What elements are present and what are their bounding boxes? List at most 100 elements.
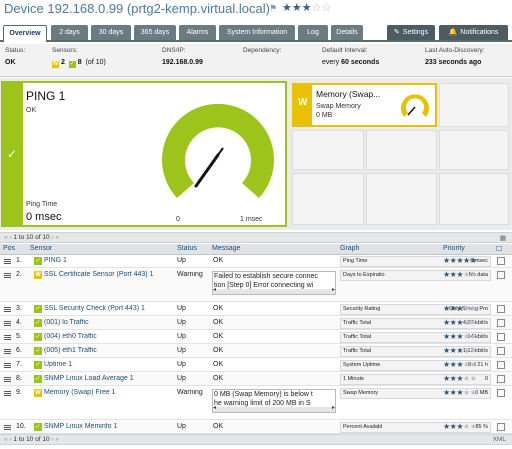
- tab-overview[interactable]: Overview: [3, 25, 47, 42]
- priority-stars[interactable]: ★★★★★: [443, 346, 477, 355]
- row-checkbox[interactable]: [497, 375, 505, 383]
- tab-alarms[interactable]: Alarms: [179, 25, 216, 40]
- pager-prev[interactable]: ‹: [9, 436, 11, 443]
- row-checkbox[interactable]: [497, 423, 505, 431]
- pager-first[interactable]: «: [4, 436, 8, 443]
- pager-prev[interactable]: ‹: [9, 234, 11, 241]
- sensor-status: Warning: [177, 271, 203, 278]
- message-scrollbar[interactable]: [213, 404, 335, 412]
- table-row[interactable]: 1. ✓ PING 1 Up OK Ping Time 0 msec ★★★★★: [0, 255, 512, 268]
- tab-365-days[interactable]: 365 days: [134, 25, 176, 40]
- notifications-button[interactable]: 🔔 Notifications: [439, 25, 508, 40]
- table-row[interactable]: 2. W SSL Certificate Sensor (Port 443) 1 Wa…: [0, 269, 512, 302]
- row-checkbox[interactable]: [497, 361, 505, 369]
- sensor-name-link[interactable]: PING 1: [44, 257, 176, 264]
- device-label: Device: [4, 1, 44, 16]
- col-status[interactable]: Status: [177, 245, 197, 252]
- sensor-name-link[interactable]: SNMP Linux Load Average 1: [44, 375, 176, 382]
- graph-channel-label: Days to Expiratio: [343, 272, 385, 278]
- memory-gauge-needle: [407, 106, 416, 116]
- flag-icon[interactable]: ⚑: [269, 3, 277, 14]
- row-position: 8.: [16, 375, 22, 382]
- grid-options-icon[interactable]: ▦: [500, 234, 506, 242]
- tab-365-days-label: 365 days: [140, 29, 170, 36]
- priority-stars[interactable]: ★★★★★: [443, 374, 477, 383]
- col-pos[interactable]: Pos: [3, 245, 15, 252]
- table-row[interactable]: 9. W Memory (Swap) Free 1 Warning 0 MB (Swap…: [0, 387, 512, 420]
- drag-handle-icon[interactable]: [4, 273, 11, 278]
- row-checkbox[interactable]: [497, 347, 505, 355]
- status-label: Status:: [5, 47, 26, 54]
- drag-handle-icon[interactable]: [4, 259, 11, 264]
- tab-log[interactable]: Log: [298, 25, 328, 40]
- ok-status-icon: ✓: [34, 257, 42, 265]
- pager-last[interactable]: »: [55, 234, 59, 241]
- row-checkbox[interactable]: [497, 319, 505, 327]
- row-checkbox[interactable]: [497, 257, 505, 265]
- sensor-name-link[interactable]: Memory (Swap) Free 1: [44, 389, 176, 396]
- drag-handle-icon[interactable]: [4, 349, 11, 354]
- row-checkbox[interactable]: [497, 333, 505, 341]
- memory-gauge-card[interactable]: W Memory (Swap... Swap Memory 0 MB: [292, 83, 437, 127]
- ping-gauge-card[interactable]: ✓ PING 1 OK 0 1 msec Ping Time 0 msec: [1, 81, 287, 227]
- select-all-checkbox[interactable]: ☐: [496, 245, 502, 253]
- tab-30-days[interactable]: 30 days: [91, 25, 131, 40]
- device-priority-stars[interactable]: ★★★☆☆: [282, 1, 331, 14]
- drag-handle-icon[interactable]: [4, 363, 11, 368]
- col-sensor[interactable]: Sensor: [30, 245, 52, 252]
- priority-stars[interactable]: ★★★★★: [443, 304, 477, 313]
- priority-stars[interactable]: ★★★★★: [443, 422, 477, 431]
- sensor-name-link[interactable]: SSL Security Check (Port 443) 1: [44, 305, 176, 312]
- row-checkbox[interactable]: [497, 305, 505, 313]
- pager-next[interactable]: ›: [51, 234, 53, 241]
- priority-stars[interactable]: ★★★★★: [443, 332, 477, 341]
- pager-first[interactable]: «: [4, 234, 8, 241]
- table-row[interactable]: 3. ✓ SSL Security Check (Port 443) 1 Up OK Se…: [0, 303, 512, 316]
- message-scrollbar[interactable]: [213, 286, 335, 294]
- tab-details[interactable]: Details: [331, 25, 363, 40]
- table-row[interactable]: 7. ✓ Uptime 1 Up OK System Uptime 8 d 21 h ★★★★…: [0, 359, 512, 372]
- drag-handle-icon[interactable]: [4, 335, 11, 340]
- sensors-warning-count[interactable]: 2: [61, 59, 65, 66]
- table-row[interactable]: 8. ✓ SNMP Linux Load Average 1 Up OK 1 Minute…: [0, 373, 512, 386]
- settings-button[interactable]: ✎ Settings: [387, 25, 435, 40]
- priority-stars[interactable]: ★★★★★: [443, 360, 477, 369]
- ping-status-stripe: ✓: [3, 83, 23, 225]
- sensor-name-link[interactable]: SSL Certificate Sensor (Port 443) 1: [44, 271, 176, 278]
- tab-system-information[interactable]: System Information: [219, 25, 295, 40]
- sensors-ok-count[interactable]: 8: [78, 59, 82, 66]
- priority-stars[interactable]: ★★★★★: [443, 388, 477, 397]
- sensor-name-link[interactable]: (004) eth0 Traffic: [44, 333, 176, 340]
- priority-stars[interactable]: ★★★★★: [443, 256, 477, 265]
- col-priority[interactable]: Priority: [443, 245, 465, 252]
- sensor-name-link[interactable]: SNMP Linux Meminfo 1: [44, 423, 176, 430]
- table-row[interactable]: 5. ✓ (004) eth0 Traffic Up OK Traffic Total 14…: [0, 331, 512, 344]
- priority-stars[interactable]: ★★★★★: [443, 318, 477, 327]
- pager-last[interactable]: »: [55, 436, 59, 443]
- table-row[interactable]: 4. ✓ (001) lo Traffic Up OK Traffic Total 4,07…: [0, 317, 512, 330]
- row-checkbox[interactable]: [497, 389, 505, 397]
- sensor-message-box[interactable]: Failed to establish secure connec tion […: [212, 271, 336, 295]
- table-row[interactable]: 10. ✓ SNMP Linux Meminfo 1 Up OK Percent Avai…: [0, 421, 512, 434]
- sensor-name-link[interactable]: (001) lo Traffic: [44, 319, 176, 326]
- interval-value: every 60 seconds: [322, 59, 379, 66]
- drag-handle-icon[interactable]: [4, 377, 11, 382]
- sensor-message-box[interactable]: 0 MB (Swap Memory) is below t he warning…: [212, 389, 336, 413]
- col-graph: Graph: [340, 245, 360, 252]
- table-row[interactable]: 6. ✓ (005) eth1 Traffic Up OK Traffic Total 1,…: [0, 345, 512, 358]
- xml-link[interactable]: XML: [493, 436, 506, 443]
- col-message[interactable]: Message: [212, 245, 240, 252]
- drag-handle-icon[interactable]: [4, 391, 11, 396]
- drag-handle-icon[interactable]: [4, 425, 11, 430]
- drag-handle-icon[interactable]: [4, 307, 11, 312]
- sensor-name-link[interactable]: Uptime 1: [44, 361, 176, 368]
- device-info-bar: Status: OK Sensors: W2 ✓ 8 (of 10) DNS/IP…: [0, 44, 512, 77]
- priority-stars[interactable]: ★★★★★: [443, 270, 477, 279]
- row-checkbox[interactable]: [497, 271, 505, 279]
- sensor-name-link[interactable]: (005) eth1 Traffic: [44, 347, 176, 354]
- drag-handle-icon[interactable]: [4, 321, 11, 326]
- gauge-panel: ✓ PING 1 OK 0 1 msec Ping Time 0 msec W …: [0, 78, 512, 230]
- graph-channel-label: Traffic Total: [343, 348, 372, 354]
- pager-next[interactable]: ›: [51, 436, 53, 443]
- tab-2-days[interactable]: 2 days: [51, 25, 88, 40]
